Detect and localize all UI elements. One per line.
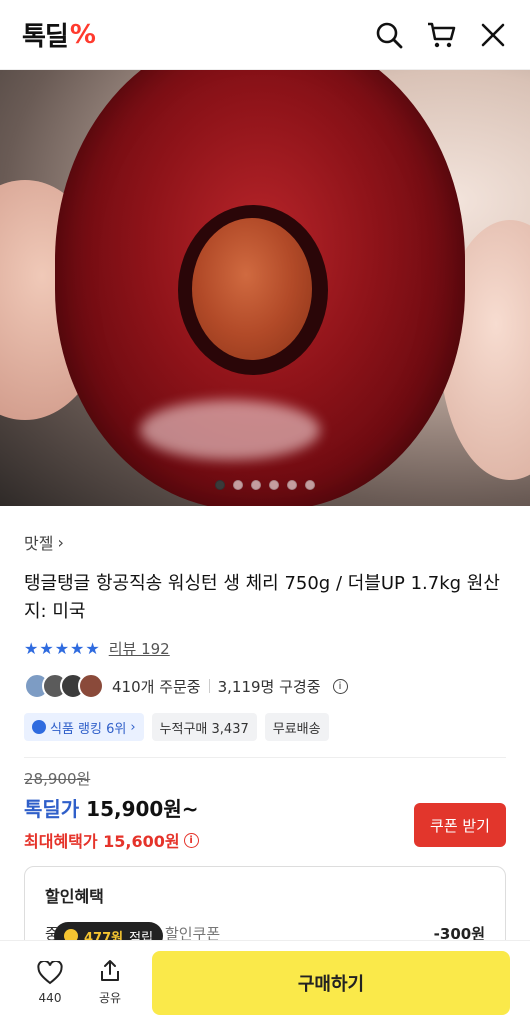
carousel-dot[interactable] [287,480,297,490]
rank-badge-icon [32,720,46,734]
rating-row: ★★★★★ 리뷰 192 [24,638,506,659]
carousel-dot[interactable] [233,480,243,490]
brand-name: 맛젤 [24,534,54,553]
product-image-carousel[interactable] [0,70,530,506]
divider [208,679,210,693]
like-button[interactable]: 440 [20,960,80,1005]
benefit-heading: 할인혜택 [45,887,104,906]
share-icon [101,960,119,981]
heart-icon [37,960,63,984]
cherry-pit [192,218,312,360]
ranking-tag[interactable]: 식품 랭킹 6위 › [24,713,144,741]
header-actions [374,20,508,50]
info-icon[interactable]: i [183,832,199,848]
logo-mark: % [69,19,96,50]
section-divider [24,757,506,758]
close-icon[interactable] [478,20,508,50]
brand-link[interactable]: 맛젤 › [24,530,506,554]
carousel-dot[interactable] [251,480,261,490]
top-header: 톡딜 % [0,0,530,70]
logo-text: 톡딜 [22,22,69,52]
deal-price-value: 15,900원~ [86,797,199,821]
get-coupon-button[interactable]: 쿠폰 받기 [414,803,506,847]
social-proof-row: 410개 주문중 3,119명 구경중 i [24,673,506,699]
buy-button[interactable]: 구매하기 [152,950,510,1015]
share-label: 공유 [98,991,122,1005]
carousel-dot[interactable] [215,480,225,490]
star-rating-icon: ★★★★★ [24,639,101,658]
avatar [78,673,104,699]
chevron-right-icon: › [130,719,136,735]
cart-icon[interactable] [426,20,456,50]
deal-price-label: 톡딜가 [24,797,80,821]
carousel-indicator [0,480,530,490]
info-icon[interactable]: i [332,678,348,694]
product-title: 탱글탱글 항공직송 워싱턴 생 체리 750g / 더블UP 1.7kg 원산지… [24,573,500,622]
price-block: 톡딜가 15,900원~ 최대혜택가 15,600원 i [24,793,199,852]
original-price: 28,900원 [24,770,91,788]
product-tags: 식품 랭킹 6위 › 누적구매 3,437 무료배송 [24,713,506,741]
watch-count: 3,119명 구경중 [217,677,321,696]
share-button[interactable]: 공유 [80,959,140,1006]
order-count: 410개 주문중 [112,677,201,696]
like-count: 440 [38,990,62,1005]
carousel-dot[interactable] [269,480,279,490]
max-benefit-label: 최대혜택가 15,600원 [24,832,180,851]
search-icon[interactable] [374,20,404,50]
price-row: 톡딜가 15,900원~ 최대혜택가 15,600원 i 쿠폰 받기 [24,793,506,852]
max-benefit-price: 최대혜택가 15,600원 i [24,828,199,852]
free-shipping-tag: 무료배송 [264,713,329,741]
chevron-right-icon: › [57,532,64,552]
carousel-dot[interactable] [305,480,315,490]
product-info: 맛젤 › 탱글탱글 항공직송 워싱턴 생 체리 750g / 더블UP 1.7k… [0,506,530,986]
deal-price: 톡딜가 15,900원~ [24,793,199,822]
buyer-avatars [24,673,104,699]
talkdeal-logo[interactable]: 톡딜 % [22,16,96,53]
ranking-label: 식품 랭킹 6위 [50,721,127,737]
cherry-gloss [140,400,320,460]
sales-count-tag: 누적구매 3,437 [151,713,257,741]
review-link[interactable]: 리뷰 192 [109,638,170,659]
bottom-action-bar: 440 공유 구매하기 [0,940,530,1024]
